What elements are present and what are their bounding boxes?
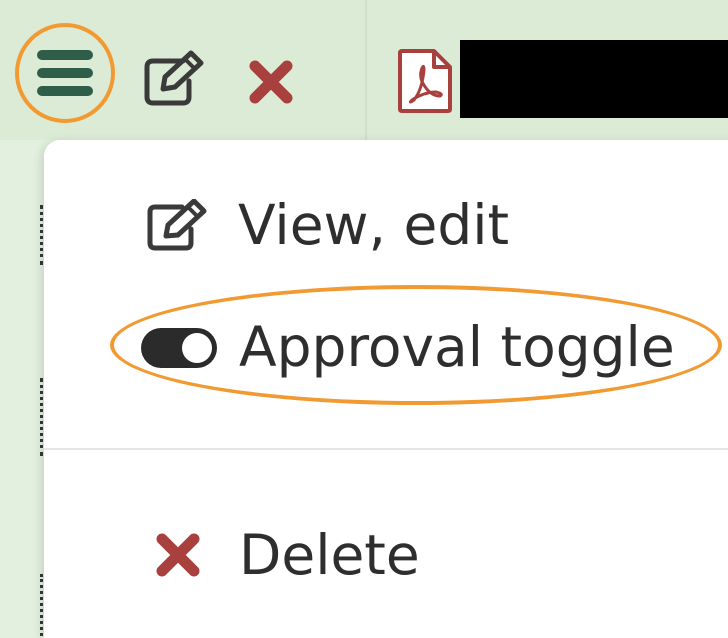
- toolbar-divider: [365, 0, 367, 140]
- hamburger-icon: [37, 50, 93, 96]
- close-icon: [155, 532, 201, 578]
- edit-button[interactable]: [143, 49, 207, 107]
- toggle-icon: [141, 327, 217, 368]
- menu-item-label: View, edit: [238, 192, 510, 257]
- pdf-button[interactable]: [396, 48, 454, 114]
- toolbar: [0, 0, 728, 140]
- menu-separator: [44, 448, 728, 450]
- menu-button[interactable]: [15, 23, 115, 123]
- menu-item-delete[interactable]: Delete: [44, 520, 728, 590]
- menu-item-label: Approval toggle: [239, 315, 675, 379]
- close-icon: [249, 60, 293, 104]
- menu-item-label: Delete: [239, 522, 420, 587]
- menu-item-approval-toggle[interactable]: Approval toggle: [44, 310, 728, 385]
- context-menu: View, edit Approval toggle Delete: [44, 140, 728, 638]
- dotted-border: [40, 378, 43, 456]
- dotted-border: [40, 205, 43, 265]
- pdf-file-icon: [398, 49, 452, 113]
- redacted-title: [460, 40, 728, 118]
- menu-item-view-edit[interactable]: View, edit: [44, 190, 728, 260]
- dotted-border: [40, 574, 43, 636]
- delete-button[interactable]: [249, 60, 293, 104]
- edit-icon: [144, 50, 204, 106]
- edit-icon: [146, 199, 212, 251]
